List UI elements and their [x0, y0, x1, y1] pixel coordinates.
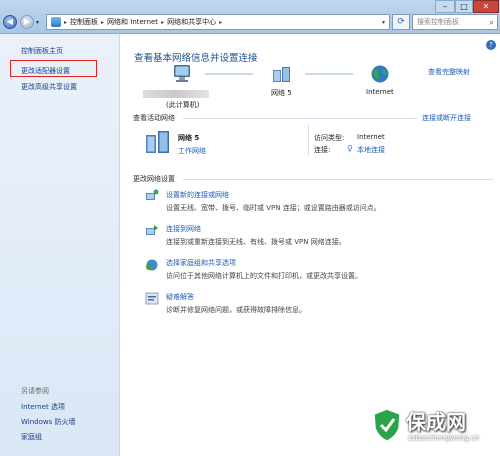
control-panel-icon — [51, 17, 61, 27]
help-icon[interactable]: ? — [486, 40, 496, 50]
network-building-icon — [146, 131, 169, 153]
troubleshoot-icon — [145, 292, 159, 305]
full-map-link[interactable]: 查看完整映射 — [428, 67, 470, 77]
watermark: 保成网 zsbaochengwang.cn — [370, 400, 500, 456]
back-button[interactable]: ◀ — [3, 15, 17, 29]
connector-line — [205, 73, 253, 75]
breadcrumb-item[interactable]: 网络和共享中心 — [167, 17, 216, 27]
address-dropdown-icon[interactable]: ▾ — [382, 19, 385, 26]
search-input[interactable]: 搜索控制面板 ⌕ — [412, 14, 498, 30]
address-bar-area: – □ ✕ ◀ ▶ ▾ ▸ 控制面板 ▸ 网络和 Internet ▸ 网络和共… — [0, 0, 500, 34]
sidebar-item-homegroup[interactable]: 家庭组 — [21, 432, 42, 442]
search-icon: ⌕ — [488, 18, 494, 28]
breadcrumb-item[interactable]: 网络和 Internet — [107, 17, 158, 27]
address-bar[interactable]: ▸ 控制面板 ▸ 网络和 Internet ▸ 网络和共享中心 ▸ ▾ — [46, 14, 390, 30]
see-also-heading: 另请参阅 — [21, 387, 49, 395]
access-type-value: Internet — [357, 133, 385, 141]
sidebar-item-advanced-sharing[interactable]: 更改高级共享设置 — [21, 82, 77, 92]
network-label: 网络 5 — [271, 89, 292, 97]
sidebar-item-control-panel-home[interactable]: 控制面板主页 — [21, 46, 63, 56]
network-type-link[interactable]: 工作网络 — [178, 146, 206, 156]
page-title: 查看基本网络信息并设置连接 — [134, 53, 258, 64]
main-content: ? 查看基本网络信息并设置连接 查看完整映射 (此计算机) 网络 5 Inter… — [121, 34, 500, 456]
task-troubleshoot[interactable]: 疑难解答 — [166, 292, 194, 302]
task-homegroup-sharing[interactable]: 选择家庭组和共享选项 — [166, 258, 236, 268]
connection-icon: ♀ — [347, 144, 353, 153]
connection-label: 连接: — [314, 146, 331, 154]
connector-line — [305, 73, 353, 75]
watermark-url: zsbaochengwang.cn — [408, 434, 480, 442]
shield-logo-icon — [373, 408, 401, 442]
local-connection-link[interactable]: 本地连接 — [357, 145, 385, 155]
homegroup-sharing-icon — [146, 259, 158, 271]
task-connect-to-network[interactable]: 连接到网络 — [166, 224, 201, 234]
sidebar-item-change-adapter-settings[interactable]: 更改适配器设置 — [21, 66, 70, 76]
close-button[interactable]: ✕ — [473, 0, 499, 13]
task-desc: 访问位于其他网络计算机上的文件和打印机，或更改共享设置。 — [166, 272, 362, 280]
task-setup-new-connection[interactable]: 设置新的连接或网络 — [166, 190, 229, 200]
left-nav-pane: 控制面板主页 更改适配器设置 更改高级共享设置 另请参阅 Internet 选项… — [0, 34, 120, 456]
active-network-name: 网络 5 — [178, 134, 200, 142]
minimize-button[interactable]: – — [435, 0, 455, 13]
computer-label: (此计算机) — [166, 101, 200, 109]
sidebar-item-internet-options[interactable]: Internet 选项 — [21, 402, 65, 412]
connect-network-icon — [146, 225, 158, 235]
internet-globe-icon — [371, 65, 389, 83]
refresh-button[interactable]: ⟳ — [392, 14, 410, 30]
maximize-button[interactable]: □ — [455, 0, 473, 13]
task-desc: 设置无线、宽带、拨号、临时或 VPN 连接；或设置路由器或访问点。 — [166, 204, 381, 212]
active-networks-heading: 查看活动网络 — [133, 114, 175, 122]
connect-disconnect-link[interactable]: 连接或断开连接 — [422, 113, 471, 123]
task-desc: 连接到或重新连接到无线、有线、拨号或 VPN 网络连接。 — [166, 238, 346, 246]
change-settings-heading: 更改网络设置 — [133, 175, 175, 183]
sidebar-item-windows-firewall[interactable]: Windows 防火墙 — [21, 417, 75, 427]
watermark-text: 保成网 — [406, 410, 466, 434]
computer-name-blurred — [143, 90, 209, 98]
history-dropdown-icon[interactable]: ▾ — [36, 19, 39, 26]
task-desc: 诊断并修复网络问题，或获得故障排除信息。 — [166, 306, 306, 314]
internet-label: Internet — [366, 88, 394, 96]
new-connection-icon — [146, 189, 159, 200]
computer-icon — [174, 65, 190, 82]
breadcrumb-item[interactable]: 控制面板 — [70, 17, 98, 27]
access-type-label: 访问类型: — [314, 134, 345, 142]
network-icon — [273, 67, 290, 82]
forward-button[interactable]: ▶ — [20, 15, 34, 29]
